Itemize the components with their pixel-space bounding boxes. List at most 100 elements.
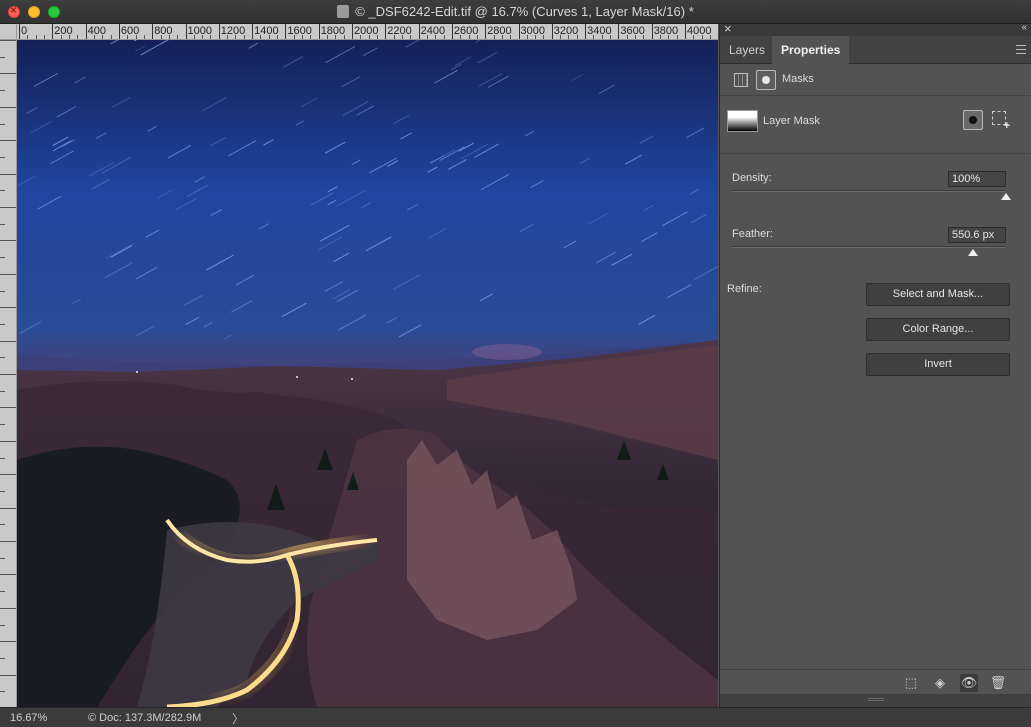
- panel-menu-icon[interactable]: [1016, 45, 1026, 54]
- ruler-minor-tick: [660, 35, 662, 39]
- ruler-tick: [0, 173, 16, 175]
- ruler-minor-tick: [193, 35, 195, 39]
- ruler-minor-tick: [43, 35, 45, 39]
- panel-resize-bar[interactable]: [720, 694, 1031, 707]
- ruler-minor-tick: [460, 35, 462, 39]
- load-selection-icon[interactable]: ⬚: [902, 674, 920, 692]
- ruler-minor-tick: [701, 35, 703, 39]
- panel-bottom-toolbar: ⬚ ◈ 👁 🗑: [720, 669, 1031, 694]
- ruler-minor-tick: [576, 35, 578, 39]
- resize-grip-icon[interactable]: [868, 698, 884, 701]
- horizontal-ruler[interactable]: 0 200 400 600 800 1000 1200 1400 1600 1800 2000 220…: [17, 24, 718, 40]
- color-range-button[interactable]: Color Range...: [866, 318, 1010, 341]
- ruler-minor-tick: [526, 35, 528, 39]
- density-slider-handle[interactable]: [1001, 193, 1011, 200]
- ruler-minor-tick: [560, 35, 562, 39]
- ruler-minor-tick: [601, 35, 603, 39]
- ruler-minor-tick: [493, 35, 495, 39]
- ruler-tick: [0, 624, 5, 626]
- tab-layers[interactable]: Layers: [720, 36, 774, 64]
- apply-mask-icon[interactable]: ◈: [931, 674, 949, 692]
- ruler-tick: [185, 24, 187, 39]
- ruler-minor-tick: [202, 35, 204, 39]
- ruler-tick: [52, 24, 54, 39]
- doc-size[interactable]: © Doc: 137.3M/282.9M: [88, 712, 201, 724]
- ruler-minor-tick: [168, 35, 170, 39]
- trash-icon[interactable]: 🗑: [989, 674, 1007, 692]
- ruler-minor-tick: [501, 35, 503, 39]
- feather-slider[interactable]: [732, 246, 1006, 248]
- ruler-tick: [485, 24, 487, 39]
- ruler-minor-tick: [368, 35, 370, 39]
- ruler-label: 2200: [387, 25, 412, 37]
- select-pixel-mask-icon[interactable]: [963, 110, 983, 130]
- ruler-tick: [518, 24, 520, 39]
- ruler-label: 0: [21, 25, 28, 37]
- ruler-label: 1200: [220, 25, 246, 37]
- mask-mode-icon[interactable]: [756, 70, 776, 90]
- vertical-ruler[interactable]: [0, 40, 17, 707]
- zoom-level[interactable]: 16.67%: [10, 712, 47, 724]
- ruler-minor-tick: [593, 35, 595, 39]
- density-field[interactable]: [948, 171, 1006, 187]
- pixel-mask-icon[interactable]: [734, 73, 748, 87]
- ruler-tick: [218, 24, 220, 39]
- image-canvas[interactable]: [17, 40, 718, 707]
- ruler-minor-tick: [27, 35, 29, 39]
- feather-field[interactable]: [948, 227, 1006, 243]
- add-vector-mask-icon[interactable]: [992, 111, 1010, 132]
- eye-icon[interactable]: 👁: [960, 674, 978, 692]
- tab-properties[interactable]: Properties: [772, 36, 850, 64]
- ruler-minor-tick: [335, 35, 337, 39]
- ruler-tick: [0, 323, 5, 325]
- ruler-tick: [0, 474, 16, 476]
- invert-button[interactable]: Invert: [866, 353, 1010, 376]
- ruler-label: 1400: [254, 25, 279, 37]
- status-menu-arrow[interactable]: 〉: [232, 710, 244, 727]
- ruler-tick: [0, 457, 5, 459]
- layer-mask-label: Layer Mask: [763, 115, 820, 127]
- panel-collapse-icon[interactable]: «: [1021, 22, 1027, 33]
- ruler-minor-tick: [93, 35, 95, 39]
- ruler-tick: [551, 24, 553, 39]
- ruler-minor-tick: [468, 35, 470, 39]
- panel-close-icon[interactable]: ×: [724, 21, 732, 36]
- masks-header: Masks: [720, 64, 1031, 96]
- ruler-tick: [451, 24, 453, 39]
- ruler-corner[interactable]: [0, 24, 17, 40]
- ruler-minor-tick: [435, 35, 437, 39]
- ruler-tick: [0, 557, 5, 559]
- ruler-minor-tick: [210, 35, 212, 39]
- ruler-minor-tick: [376, 35, 378, 39]
- ruler-tick: [418, 24, 420, 39]
- ruler-tick: [0, 56, 5, 58]
- ruler-tick: [385, 24, 387, 39]
- density-slider[interactable]: [732, 190, 1006, 192]
- window-title: © _DSF6242-Edit.tif @ 16.7% (Curves 1, L…: [0, 4, 1031, 19]
- ruler-minor-tick: [68, 35, 70, 39]
- ruler-tick: [0, 90, 5, 92]
- ruler-minor-tick: [510, 35, 512, 39]
- ruler-tick: [19, 24, 20, 39]
- select-and-mask-button[interactable]: Select and Mask...: [866, 283, 1010, 306]
- ruler-tick: [0, 40, 16, 41]
- ruler-minor-tick: [160, 35, 162, 39]
- ruler-tick: [0, 223, 5, 225]
- ruler-tick: [0, 190, 5, 192]
- ruler-tick: [0, 156, 5, 158]
- ruler-tick: [0, 490, 5, 492]
- properties-panel: × « Layers Properties Masks Layer Mask D…: [719, 21, 1031, 707]
- layer-mask-row: Layer Mask: [720, 96, 1031, 154]
- layer-mask-thumbnail[interactable]: [727, 110, 758, 132]
- ruler-tick: [0, 140, 16, 142]
- ruler-tick: [0, 374, 16, 375]
- ruler-tick: [0, 390, 5, 392]
- ruler-minor-tick: [568, 35, 570, 39]
- ruler-minor-tick: [135, 35, 137, 39]
- ruler-minor-tick: [401, 35, 403, 39]
- feather-slider-handle[interactable]: [968, 249, 979, 256]
- refine-label: Refine:: [727, 283, 762, 295]
- ruler-label: 2600: [453, 25, 479, 37]
- ruler-tick: [0, 307, 16, 309]
- panel-tabs: Layers Properties: [720, 36, 1031, 64]
